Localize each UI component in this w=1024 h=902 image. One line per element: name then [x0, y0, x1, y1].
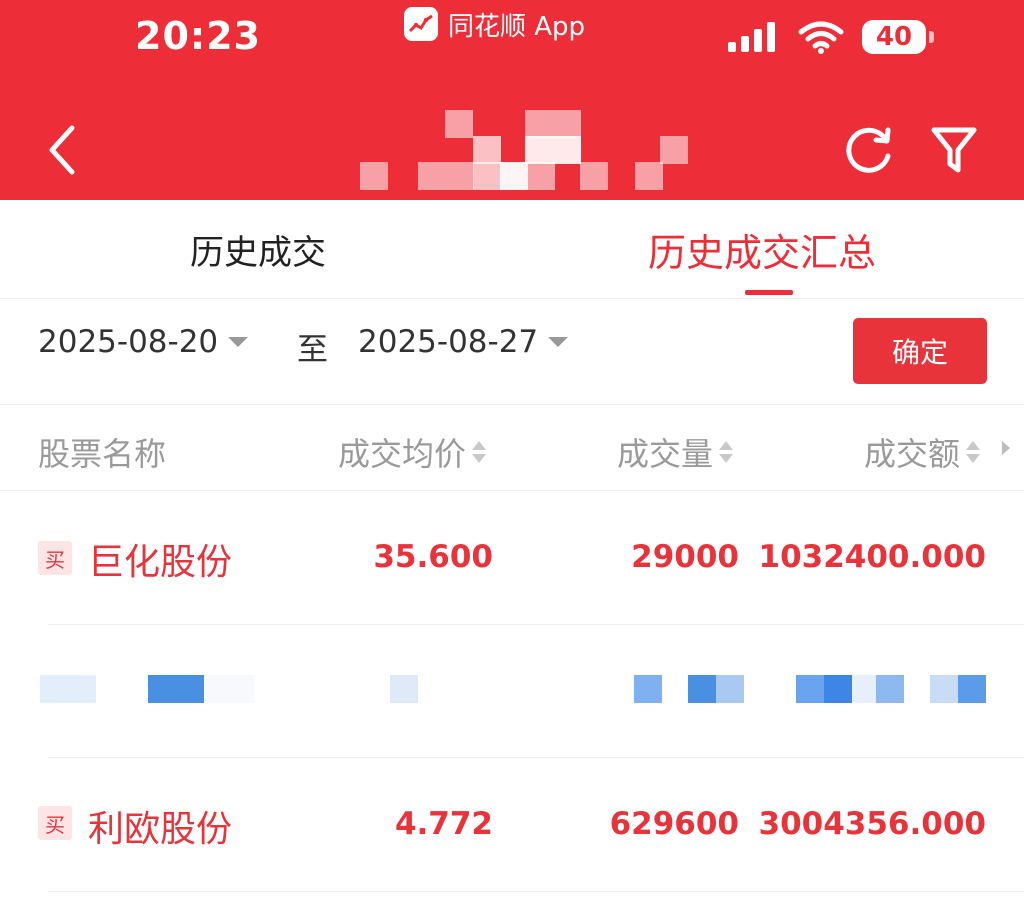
page-title-redacted	[360, 110, 700, 210]
sort-icon	[472, 437, 487, 467]
end-date-picker[interactable]: 2025-08-27	[358, 324, 569, 360]
table-row-redacted[interactable]	[0, 625, 1024, 758]
start-date-value: 2025-08-20	[38, 324, 219, 360]
amount: 1032400.000	[758, 539, 986, 575]
sort-icon	[966, 437, 981, 467]
column-header-avg-price[interactable]: 成交均价	[338, 429, 487, 475]
column-header-amount[interactable]: 成交额	[864, 429, 981, 475]
status-time: 20:23	[135, 14, 261, 58]
amount: 3004356.000	[758, 806, 986, 842]
chevron-left-icon	[49, 125, 75, 175]
end-date-value: 2025-08-27	[358, 324, 539, 360]
caret-down-icon	[548, 337, 569, 347]
back-button[interactable]	[42, 122, 82, 182]
battery-icon: 40	[862, 20, 926, 54]
row-divider	[48, 891, 1024, 892]
source-app-label: 同花顺 App	[448, 11, 586, 42]
column-header-label: 成交均价	[338, 435, 467, 473]
table-row[interactable]: 买 巨化股份 35.600 29000 1032400.000	[0, 491, 1024, 625]
source-app-indicator[interactable]: 同花顺 App	[404, 6, 585, 42]
column-header-label: 股票名称	[38, 435, 167, 473]
buy-badge: 买	[38, 806, 72, 840]
buy-badge: 买	[38, 541, 72, 575]
filter-button[interactable]	[928, 124, 980, 180]
column-header-volume[interactable]: 成交量	[617, 429, 734, 475]
tab-history-trades[interactable]: 历史成交	[190, 200, 326, 298]
start-date-picker[interactable]: 2025-08-20	[38, 324, 249, 360]
active-tab-indicator	[745, 290, 793, 295]
refresh-button[interactable]	[842, 122, 898, 182]
cellular-signal-icon	[728, 22, 780, 56]
table-row[interactable]: 买 利欧股份 4.772 629600 3004356.000	[0, 758, 1024, 892]
column-header-label: 成交量	[617, 435, 714, 473]
sort-icon	[719, 437, 734, 467]
column-header-label: 成交额	[864, 435, 961, 473]
wifi-icon	[797, 20, 845, 58]
battery-level: 40	[875, 22, 913, 52]
tab-history-summary[interactable]: 历史成交汇总	[648, 200, 876, 298]
stock-name: 巨化股份	[88, 542, 233, 583]
top-bar: 20:23 同花顺 App 40	[0, 0, 1024, 200]
avg-price: 4.772	[394, 806, 493, 842]
scroll-right-arrow-icon[interactable]	[1002, 441, 1010, 455]
filter-icon	[931, 127, 977, 173]
date-separator: 至	[297, 332, 328, 368]
avg-price: 35.600	[373, 539, 493, 575]
volume: 29000	[631, 539, 739, 575]
date-filter-bar: 2025-08-20 至 2025-08-27 确定	[0, 298, 1024, 405]
tab-bar: 历史成交 历史成交汇总	[0, 200, 1024, 299]
column-header-name: 股票名称	[38, 429, 166, 475]
volume: 629600	[609, 806, 739, 842]
app-logo-icon	[404, 7, 438, 41]
stock-name: 利欧股份	[88, 809, 233, 850]
refresh-icon	[846, 127, 891, 173]
battery-terminal	[929, 31, 934, 43]
confirm-button[interactable]: 确定	[853, 318, 987, 384]
caret-down-icon	[228, 337, 249, 347]
table-header: 股票名称 成交均价 成交量 成交额	[0, 405, 1024, 491]
